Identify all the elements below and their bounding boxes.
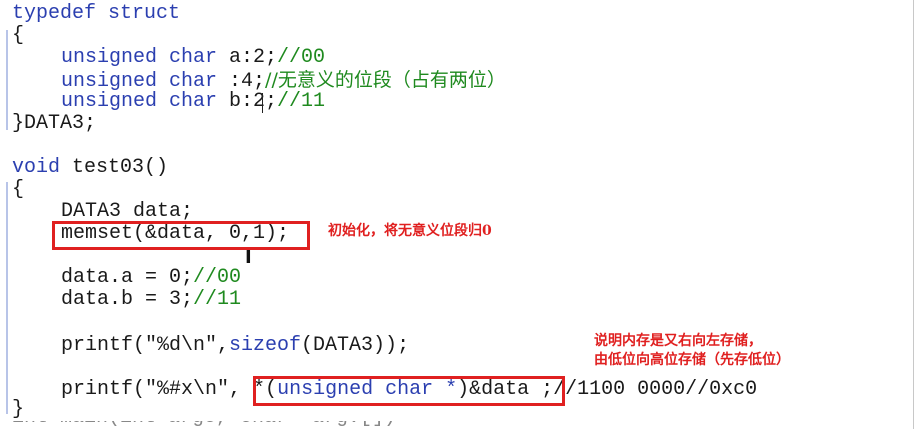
- comment: //00: [277, 46, 326, 69]
- text-caret: [262, 93, 263, 113]
- code-text: data.a = 0;: [61, 266, 194, 289]
- editor-right-border: [913, 0, 914, 429]
- code-line-6[interactable]: }DATA3;: [12, 113, 96, 135]
- keyword: typedef struct: [12, 2, 181, 25]
- comment: //11: [277, 90, 326, 113]
- code-text: a:2;: [217, 46, 278, 69]
- code-line-cutoff: int main(int argc, char *argv[]): [12, 421, 432, 429]
- code-line-12[interactable]: data.b = 3;//11: [61, 289, 241, 311]
- code-editor[interactable]: typedef struct { unsigned char a:2;//00 …: [0, 0, 917, 429]
- code-line-7[interactable]: void test03(): [12, 157, 168, 179]
- code-text: {: [12, 24, 25, 47]
- code-line-1[interactable]: typedef struct: [12, 3, 180, 25]
- keyword: unsigned char: [61, 90, 218, 113]
- code-line-2[interactable]: {: [12, 25, 24, 47]
- memset-annotation: 初始化，将无意义位段归0: [328, 223, 492, 239]
- code-line-9[interactable]: DATA3 data;: [61, 201, 193, 223]
- code-line-3[interactable]: unsigned char a:2;//00: [61, 47, 325, 69]
- fold-guide-function: [6, 182, 8, 414]
- comment: //11: [193, 288, 242, 311]
- code-text: printf("%d\n",: [61, 334, 230, 357]
- code-line-13[interactable]: printf("%d\n",sizeof(DATA3));: [61, 335, 409, 357]
- code-text: ;//1100 0000//0xc0: [541, 378, 758, 401]
- keyword: unsigned char: [61, 46, 218, 69]
- code-line-11[interactable]: data.a = 0;//00: [61, 267, 241, 289]
- code-text: data.b = 3;: [61, 288, 194, 311]
- ibeam-cursor-icon: I: [245, 247, 252, 268]
- code-line-5[interactable]: unsigned char b:2;//11: [61, 91, 325, 113]
- cast-highlight-box: [253, 376, 565, 406]
- comment: //无意义的位段（占有两位）: [265, 69, 506, 91]
- code-text: printf("%#x\n",: [61, 378, 242, 401]
- code-text: (DATA3));: [301, 334, 410, 357]
- code-text: test03(): [60, 156, 169, 179]
- code-line-15[interactable]: }: [12, 399, 24, 421]
- code-text: {: [12, 178, 25, 201]
- keyword: sizeof: [229, 334, 302, 357]
- code-text: }DATA3;: [12, 112, 97, 135]
- storage-order-annotation-line1: 说明内存是又右向左存储，: [594, 333, 762, 349]
- keyword: void: [12, 156, 61, 179]
- code-line-8[interactable]: {: [12, 179, 24, 201]
- code-text: DATA3 data;: [61, 200, 194, 223]
- code-text: }: [12, 398, 25, 421]
- storage-order-annotation-line2: 由低位向高位存储（先存低位）: [594, 352, 790, 368]
- code-text: b:2;: [217, 90, 278, 113]
- memset-highlight-box: [52, 221, 310, 250]
- fold-guide-struct: [6, 30, 8, 130]
- comment: //00: [193, 266, 242, 289]
